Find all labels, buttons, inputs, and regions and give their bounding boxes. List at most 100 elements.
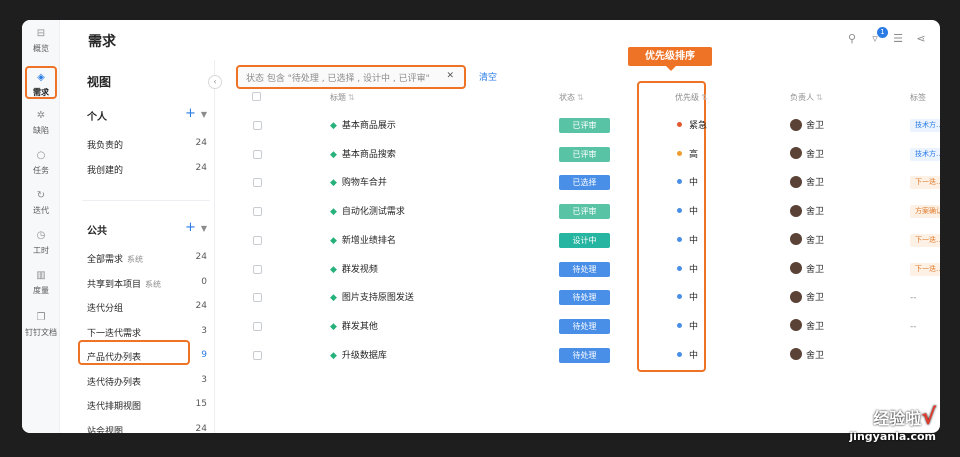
status-badge[interactable]: 待处理 [559, 290, 610, 306]
status-badge[interactable]: 已选择 [559, 175, 610, 191]
table-row[interactable]: ◆ 基本商品展示 已评审 紧急 舍卫 技术方... [237, 112, 940, 140]
row-priority-cell[interactable]: 高 [677, 141, 698, 169]
view-item[interactable]: 下一迭代需求 3 [87, 326, 207, 340]
add-view-button[interactable]: + [185, 220, 196, 235]
row-priority-cell[interactable]: 中 [677, 342, 698, 370]
row-tag[interactable]: 下一迭... [910, 176, 940, 190]
row-title-cell[interactable]: ◆ 自动化测试需求 [330, 198, 405, 226]
row-checkbox[interactable] [253, 256, 262, 284]
row-status-cell[interactable]: 待处理 [559, 313, 610, 341]
view-item[interactable]: 迭代分组 24 [87, 301, 207, 315]
row-tag[interactable]: 下一迭... [910, 262, 940, 276]
row-title-cell[interactable]: ◆ 基本商品搜索 [330, 141, 396, 169]
view-item[interactable]: 迭代排期视图 15 [87, 399, 207, 413]
row-tag[interactable]: 方案确认 [910, 205, 940, 219]
col-owner[interactable]: 负责人 ⇅ [790, 92, 823, 103]
view-item[interactable]: 迭代待办列表 3 [87, 375, 207, 389]
row-status-cell[interactable]: 已评审 [559, 112, 610, 140]
status-badge[interactable]: 待处理 [559, 261, 610, 277]
row-checkbox[interactable] [253, 141, 262, 169]
add-view-button[interactable]: + [185, 106, 196, 121]
row-checkbox[interactable] [253, 112, 262, 140]
row-owner-cell[interactable]: 舍卫 [790, 342, 824, 370]
row-status-cell[interactable]: 待处理 [559, 256, 610, 284]
row-status-cell[interactable]: 已评审 [559, 198, 610, 226]
row-checkbox[interactable] [253, 313, 262, 341]
rail-item-3[interactable]: ○ 任务 [22, 150, 60, 176]
row-priority-cell[interactable]: 中 [677, 169, 698, 197]
row-checkbox[interactable] [253, 169, 262, 197]
row-checkbox[interactable] [253, 198, 262, 226]
row-tag[interactable]: 下一迭... [910, 233, 940, 247]
row-priority-cell[interactable]: 紧急 [677, 112, 707, 140]
row-priority-cell[interactable]: 中 [677, 227, 698, 255]
table-row[interactable]: ◆ 图片支持原图发送 待处理 中 舍卫 -- [237, 284, 940, 312]
share-icon[interactable]: ⋖ [914, 32, 928, 45]
view-item[interactable]: 我负责的 24 [87, 138, 207, 152]
row-title-cell[interactable]: ◆ 新增业绩排名 [330, 227, 396, 255]
table-row[interactable]: ◆ 自动化测试需求 已评审 中 舍卫 方案确认 [237, 198, 940, 226]
status-badge[interactable]: 待处理 [559, 318, 610, 334]
row-priority-cell[interactable]: 中 [677, 284, 698, 312]
row-checkbox[interactable] [253, 342, 262, 370]
row-status-cell[interactable]: 待处理 [559, 342, 610, 370]
filter-chip[interactable]: 状态 包含 "待处理 , 已选择 , 设计中 , 已评审" ✕ [236, 65, 466, 89]
row-title-cell[interactable]: ◆ 购物车合并 [330, 169, 387, 197]
rail-item-7[interactable]: ❐ 钉钉文档 [22, 312, 60, 338]
status-badge[interactable]: 待处理 [559, 347, 610, 363]
row-owner-cell[interactable]: 舍卫 [790, 284, 824, 312]
collapse-panel-button[interactable]: ‹ [208, 75, 222, 89]
row-owner-cell[interactable]: 舍卫 [790, 256, 824, 284]
row-priority-cell[interactable]: 中 [677, 313, 698, 341]
row-checkbox[interactable] [253, 227, 262, 255]
col-status[interactable]: 状态 ⇅ [559, 92, 584, 103]
row-tag[interactable]: 技术方... [910, 147, 940, 161]
chevron-down-icon[interactable]: ▼ [201, 224, 207, 233]
table-row[interactable]: ◆ 群发视频 待处理 中 舍卫 下一迭... [237, 256, 940, 284]
rail-item-6[interactable]: ▥ 度量 [22, 270, 60, 296]
row-status-cell[interactable]: 已选择 [559, 169, 610, 197]
row-checkbox[interactable] [253, 284, 262, 312]
rail-item-0[interactable]: ⊟ 概览 [22, 28, 60, 54]
search-icon[interactable]: ⚲ [845, 32, 859, 45]
row-status-cell[interactable]: 已评审 [559, 141, 610, 169]
row-owner-cell[interactable]: 舍卫 [790, 313, 824, 341]
row-title-cell[interactable]: ◆ 升级数据库 [330, 342, 387, 370]
view-item[interactable]: 全部需求 系统 24 [87, 252, 207, 266]
row-owner-cell[interactable]: 舍卫 [790, 227, 824, 255]
row-owner-cell[interactable]: 舍卫 [790, 112, 824, 140]
row-owner-cell[interactable]: 舍卫 [790, 198, 824, 226]
col-tags[interactable]: 标签 [910, 92, 926, 103]
status-badge[interactable]: 已评审 [559, 118, 610, 133]
row-title-cell[interactable]: ◆ 群发其他 [330, 313, 378, 341]
row-status-cell[interactable]: 待处理 [559, 284, 610, 312]
table-row[interactable]: ◆ 基本商品搜索 已评审 高 舍卫 技术方... [237, 141, 940, 169]
row-owner-cell[interactable]: 舍卫 [790, 169, 824, 197]
status-badge[interactable]: 设计中 [559, 232, 610, 248]
table-row[interactable]: ◆ 群发其他 待处理 中 舍卫 -- [237, 313, 940, 341]
col-priority[interactable]: 优先级 ⇅ [675, 92, 708, 103]
view-item[interactable]: 站会视图 24 [87, 424, 207, 434]
status-badge[interactable]: 已评审 [559, 204, 610, 220]
close-icon[interactable]: ✕ [446, 71, 454, 81]
select-all-checkbox[interactable] [252, 92, 261, 101]
table-row[interactable]: ◆ 升级数据库 待处理 中 舍卫 [237, 342, 940, 370]
table-row[interactable]: ◆ 新增业绩排名 设计中 中 舍卫 下一迭... [237, 227, 940, 255]
chevron-down-icon[interactable]: ▼ [201, 110, 207, 119]
view-item[interactable]: 我创建的 24 [87, 163, 207, 177]
filter-icon[interactable]: ▿ 1 [868, 27, 888, 45]
rail-item-2[interactable]: ✲ 缺陷 [22, 110, 60, 136]
row-priority-cell[interactable]: 中 [677, 198, 698, 226]
row-title-cell[interactable]: ◆ 基本商品展示 [330, 112, 396, 140]
row-owner-cell[interactable]: 舍卫 [790, 141, 824, 169]
col-title[interactable]: 标题 ⇅ [330, 92, 355, 103]
row-priority-cell[interactable]: 中 [677, 256, 698, 284]
view-item[interactable]: 共享到本项目 系统 0 [87, 277, 207, 291]
clear-filter-link[interactable]: 清空 [479, 70, 497, 83]
row-title-cell[interactable]: ◆ 图片支持原图发送 [330, 284, 414, 312]
list-settings-icon[interactable]: ☰ [891, 32, 905, 45]
row-tag[interactable]: 技术方... [910, 119, 940, 132]
status-badge[interactable]: 已评审 [559, 146, 610, 162]
row-status-cell[interactable]: 设计中 [559, 227, 610, 255]
rail-item-5[interactable]: ◷ 工时 [22, 230, 60, 256]
